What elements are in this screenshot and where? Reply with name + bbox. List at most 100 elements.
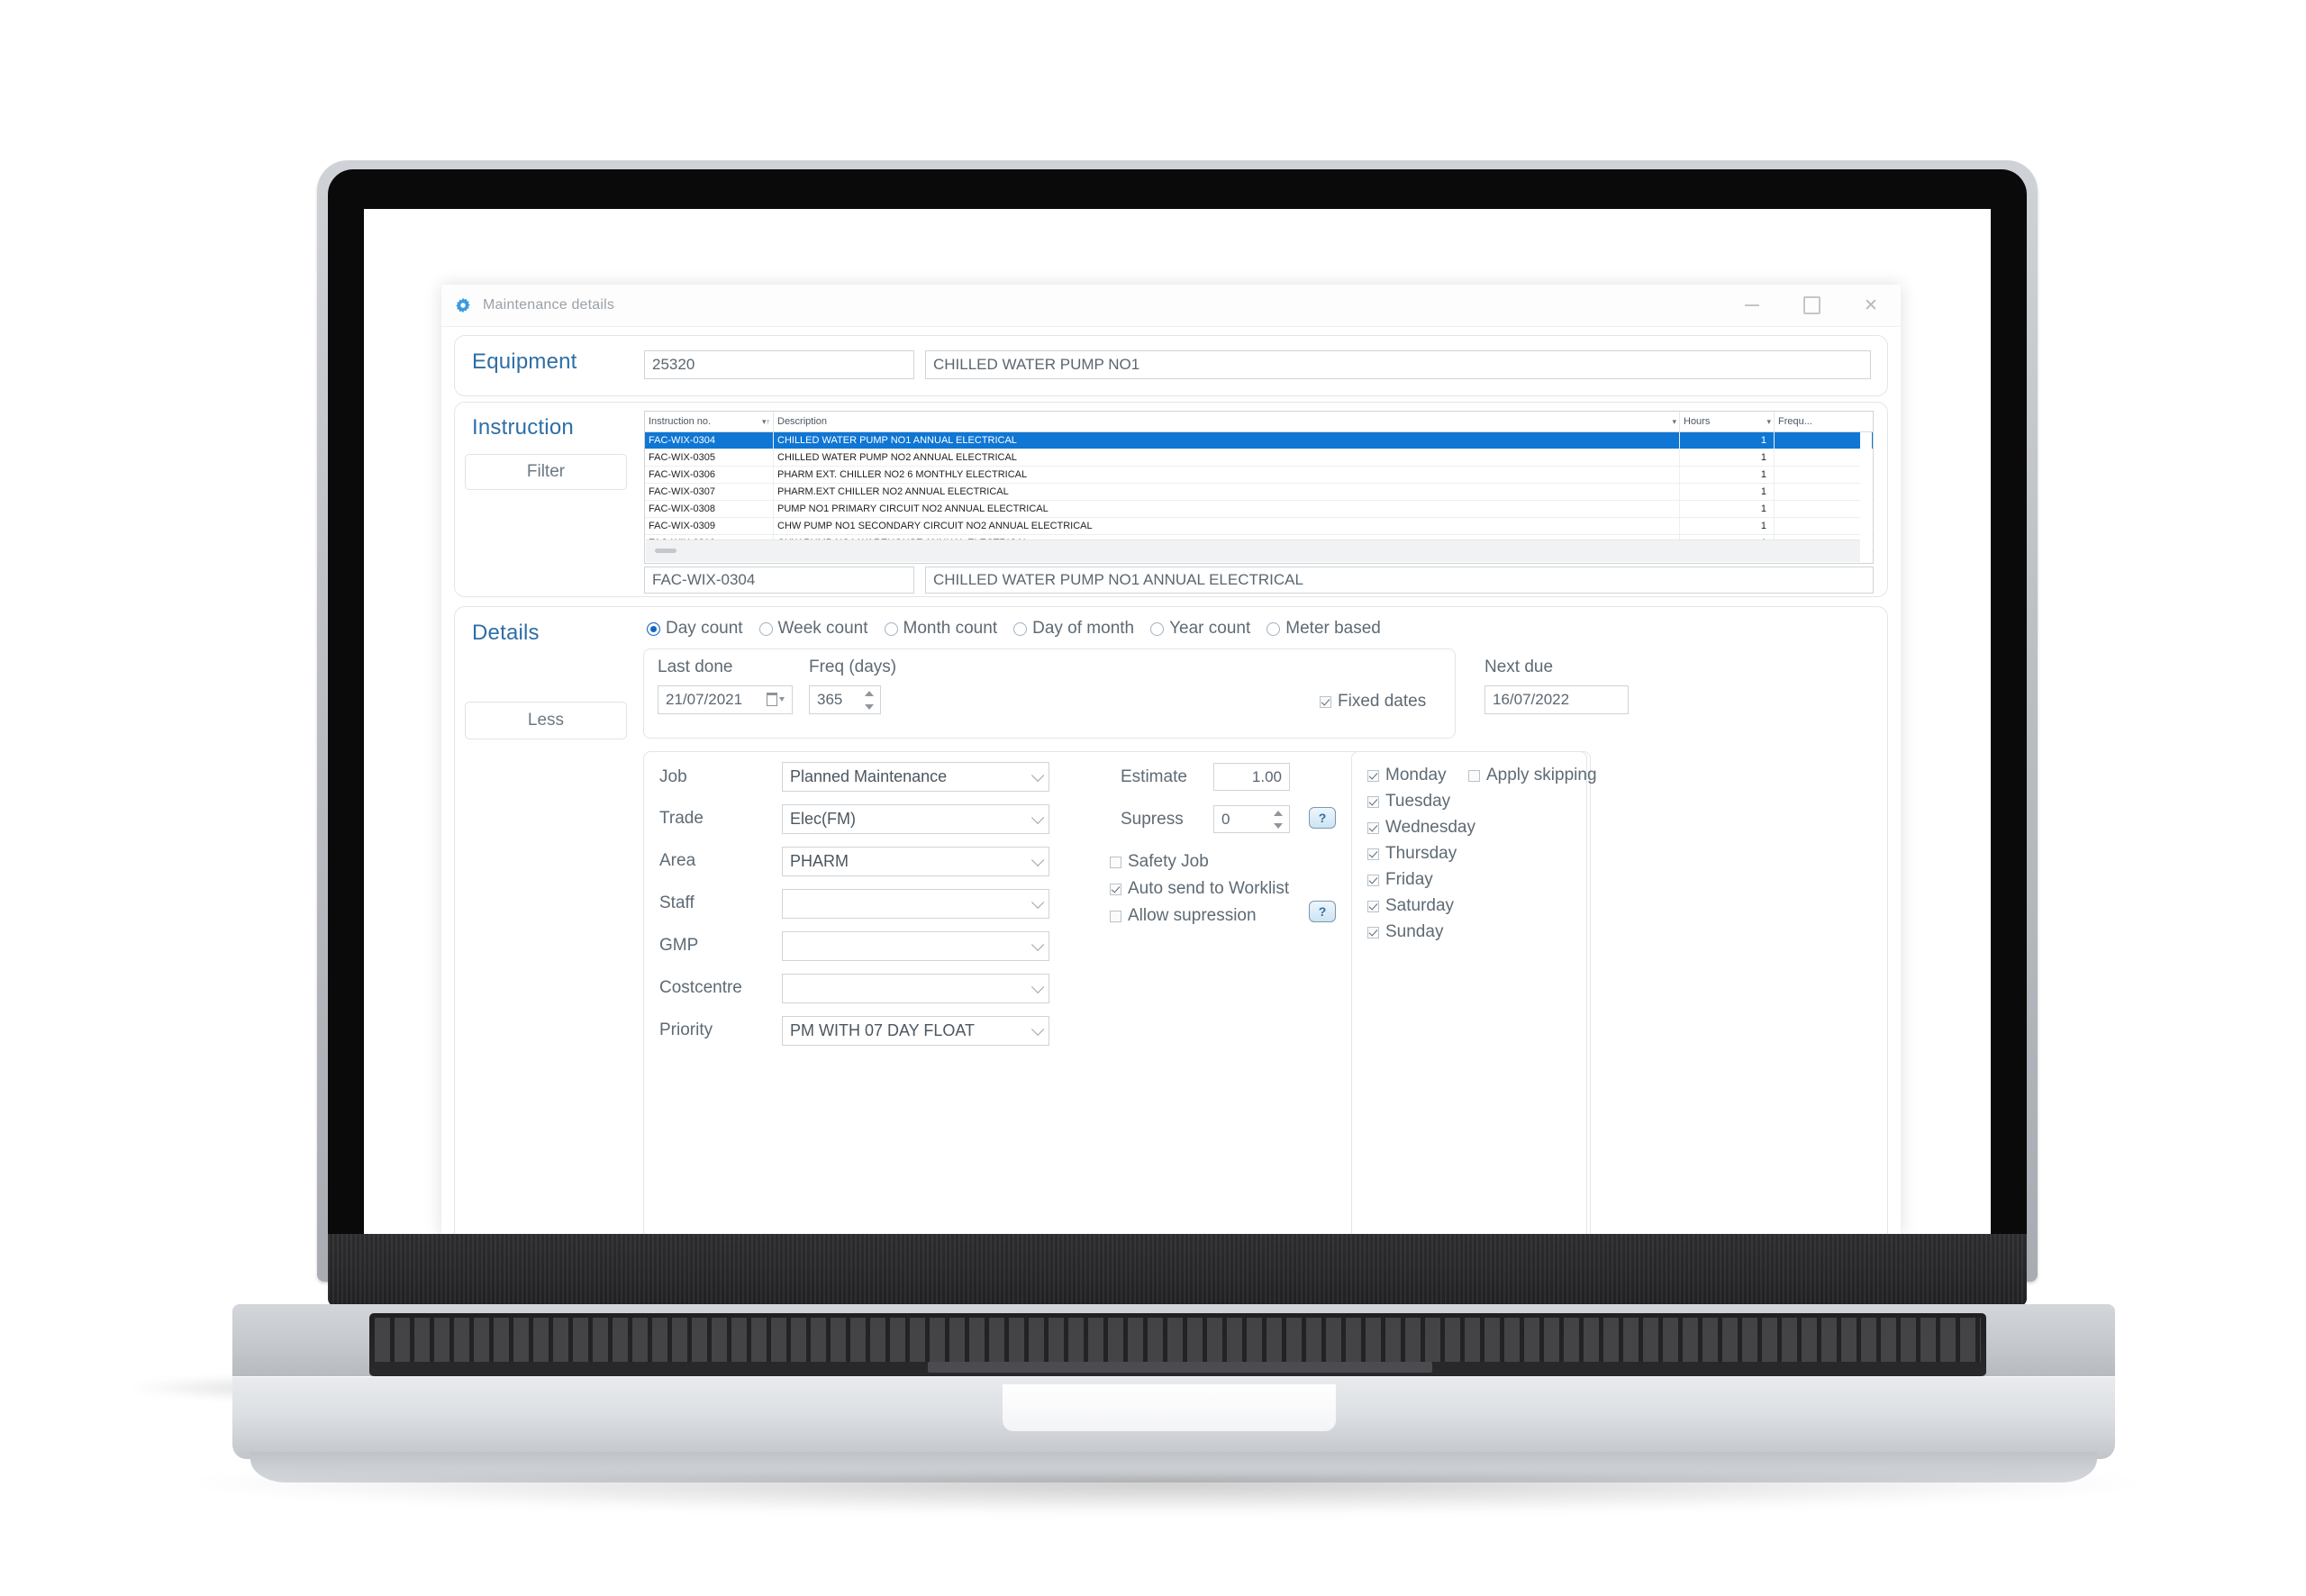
- radio-day-of-month[interactable]: Day of month: [1013, 619, 1134, 639]
- trade-select[interactable]: Elec(FM): [782, 804, 1049, 834]
- close-button[interactable]: ✕: [1841, 285, 1901, 326]
- estimate-input[interactable]: [1213, 763, 1290, 791]
- less-button[interactable]: Less: [465, 702, 627, 739]
- cell-frequency: [1775, 484, 1863, 500]
- maintenance-details-window: Maintenance details ✕ Equipment Instruct…: [441, 285, 1901, 1234]
- radio-month-count[interactable]: Month count: [884, 619, 997, 639]
- next-due-input[interactable]: [1484, 685, 1629, 714]
- job-value: Planned Maintenance: [790, 767, 948, 785]
- instruction-grid[interactable]: Instruction no. ▾↑ Description ▾ Hours ▾…: [644, 411, 1874, 564]
- cell-instruction-no: FAC-WIX-0307: [645, 484, 774, 500]
- checkbox-box-icon: [1320, 695, 1331, 708]
- allow-supression-help-button[interactable]: ?: [1309, 901, 1336, 922]
- minimize-button[interactable]: [1722, 285, 1782, 326]
- costcentre-select[interactable]: [782, 974, 1049, 1003]
- filter-button[interactable]: Filter: [465, 454, 627, 490]
- freq-days-stepper[interactable]: [861, 686, 876, 713]
- radio-dot-icon: [884, 621, 898, 636]
- cell-hours: 1: [1680, 467, 1775, 483]
- safety-job-checkbox[interactable]: Safety Job: [1110, 852, 1209, 872]
- friday-checkbox[interactable]: Friday: [1367, 870, 1433, 890]
- radio-week-count[interactable]: Week count: [758, 619, 868, 639]
- radio-dot-icon: [758, 621, 773, 636]
- window-controls: ✕: [1722, 285, 1901, 326]
- stepper-up-icon[interactable]: [1273, 811, 1283, 816]
- cell-hours: 1: [1680, 518, 1775, 534]
- cell-instruction-no: FAC-WIX-0306: [645, 467, 774, 483]
- priority-select[interactable]: PM WITH 07 DAY FLOAT: [782, 1016, 1049, 1046]
- table-row[interactable]: FAC-WIX-0305 CHILLED WATER PUMP NO2 ANNU…: [645, 449, 1873, 467]
- table-row[interactable]: FAC-WIX-0304 CHILLED WATER PUMP NO1 ANNU…: [645, 432, 1873, 449]
- cell-instruction-no: FAC-WIX-0309: [645, 518, 774, 534]
- cell-description: PHARM.EXT CHILLER NO2 ANNUAL ELECTRICAL: [774, 484, 1680, 500]
- priority-label: Priority: [659, 1020, 713, 1039]
- saturday-checkbox[interactable]: Saturday: [1367, 896, 1454, 916]
- gmp-select[interactable]: [782, 931, 1049, 961]
- table-row[interactable]: FAC-WIX-0306 PHARM EXT. CHILLER NO2 6 MO…: [645, 467, 1873, 484]
- stepper-up-icon[interactable]: [864, 690, 874, 696]
- radio-year-count[interactable]: Year count: [1150, 619, 1250, 639]
- sort-indicator-icon: ▾↑: [761, 416, 770, 426]
- cell-instruction-no: FAC-WIX-0305: [645, 449, 774, 466]
- column-header-hours[interactable]: Hours ▾: [1680, 412, 1775, 431]
- radio-dot-icon: [647, 621, 660, 636]
- column-header-instruction-no[interactable]: Instruction no. ▾↑: [645, 412, 774, 431]
- wednesday-checkbox[interactable]: Wednesday: [1367, 818, 1475, 838]
- checkbox-box-icon: [1468, 769, 1480, 782]
- equipment-description-input[interactable]: [925, 350, 1871, 379]
- column-header-description[interactable]: Description ▾: [774, 412, 1680, 431]
- wednesday-label: Wednesday: [1385, 818, 1475, 837]
- area-select[interactable]: PHARM: [782, 847, 1049, 876]
- cell-frequency: [1775, 501, 1863, 517]
- next-due-label: Next due: [1484, 657, 1554, 676]
- laptop-drop-shadow: [198, 1475, 2135, 1513]
- maximize-button[interactable]: [1782, 285, 1841, 326]
- cell-description: CHW PUMP NO1 SECONDARY CIRCUIT NO2 ANNUA…: [774, 518, 1680, 534]
- laptop-keyboard: [369, 1313, 1986, 1376]
- job-select[interactable]: Planned Maintenance: [782, 762, 1049, 792]
- stepper-down-icon[interactable]: [864, 703, 874, 710]
- selected-instruction-description-input[interactable]: [925, 567, 1874, 594]
- monday-checkbox[interactable]: Monday: [1367, 766, 1447, 785]
- last-done-label: Last done: [658, 657, 733, 676]
- staff-select[interactable]: [782, 889, 1049, 919]
- area-label: Area: [659, 851, 696, 870]
- radio-label: Meter based: [1285, 619, 1381, 638]
- tuesday-checkbox[interactable]: Tuesday: [1367, 792, 1450, 812]
- column-header-frequency[interactable]: Frequ...: [1775, 412, 1863, 431]
- radio-day-count[interactable]: Day count: [647, 619, 743, 639]
- estimate-label: Estimate: [1121, 767, 1187, 786]
- supress-stepper[interactable]: [1270, 807, 1285, 832]
- table-row[interactable]: FAC-WIX-0307 PHARM.EXT CHILLER NO2 ANNUA…: [645, 484, 1873, 501]
- grid-horizontal-scroll-thumb[interactable]: [655, 549, 676, 553]
- column-label: Frequ...: [1778, 416, 1812, 427]
- radio-meter-based[interactable]: Meter based: [1266, 619, 1381, 639]
- cell-hours: 1: [1680, 432, 1775, 449]
- equipment-group-label: Equipment: [472, 349, 577, 374]
- selected-instruction-no-input[interactable]: [644, 567, 914, 594]
- apply-skipping-checkbox[interactable]: Apply skipping: [1468, 766, 1597, 785]
- sort-indicator-icon: ▾: [1672, 416, 1676, 426]
- tuesday-label: Tuesday: [1385, 792, 1451, 811]
- checkbox-box-icon: [1110, 910, 1121, 922]
- stepper-down-icon[interactable]: [1273, 823, 1283, 829]
- laptop-mockup: Maintenance details ✕ Equipment Instruct…: [0, 0, 2306, 1596]
- auto-send-to-worklist-checkbox[interactable]: Auto send to Worklist: [1110, 879, 1289, 899]
- equipment-code-input[interactable]: [644, 350, 914, 379]
- thursday-checkbox[interactable]: Thursday: [1367, 844, 1457, 864]
- calendar-picker-icon[interactable]: [764, 690, 787, 708]
- cell-description: CHILLED WATER PUMP NO2 ANNUAL ELECTRICAL: [774, 449, 1680, 466]
- radio-label: Year count: [1169, 619, 1251, 638]
- grid-vertical-scrollbar[interactable]: [1860, 432, 1872, 562]
- checkbox-box-icon: [1367, 926, 1379, 939]
- grid-horizontal-scrollbar[interactable]: [646, 540, 1860, 562]
- sunday-checkbox[interactable]: Sunday: [1367, 922, 1443, 942]
- supress-help-button[interactable]: ?: [1309, 807, 1336, 829]
- fixed-dates-checkbox[interactable]: Fixed dates: [1320, 692, 1426, 712]
- supress-label: Supress: [1121, 810, 1184, 829]
- table-row[interactable]: FAC-WIX-0309 CHW PUMP NO1 SECONDARY CIRC…: [645, 518, 1873, 535]
- allow-supression-checkbox[interactable]: Allow supression: [1110, 906, 1257, 926]
- checkbox-box-icon: [1367, 769, 1379, 782]
- chevron-down-icon: [1031, 895, 1045, 909]
- table-row[interactable]: FAC-WIX-0308 PUMP NO1 PRIMARY CIRCUIT NO…: [645, 501, 1873, 518]
